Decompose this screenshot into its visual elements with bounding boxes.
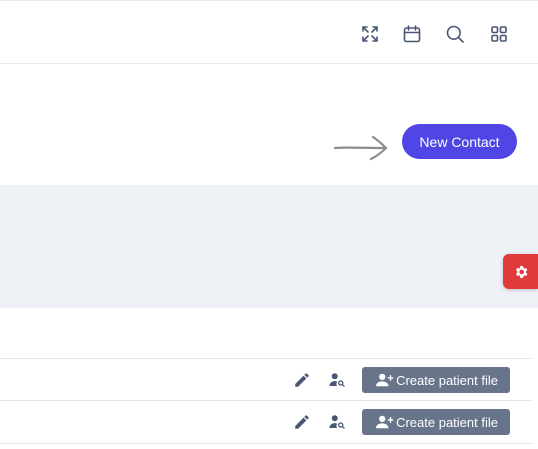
pencil-icon[interactable] [293,413,311,431]
gear-icon [515,265,527,278]
create-patient-file-button[interactable]: Create patient file [362,367,510,393]
search-icon[interactable] [444,23,466,45]
apps-grid-icon[interactable] [488,23,510,45]
create-patient-file-label: Create patient file [396,372,498,388]
pencil-icon[interactable] [293,371,311,389]
arrow-hint-icon [333,131,389,161]
create-patient-file-label: Create patient file [396,414,498,430]
top-toolbar [0,0,538,64]
row-actions: Create patient file [293,409,510,435]
contacts-table: Create patient file Create patient file [0,308,532,444]
create-patient-file-button[interactable]: Create patient file [362,409,510,435]
calendar-icon[interactable] [401,23,423,45]
table-row: Create patient file [0,401,532,444]
row-actions: Create patient file [293,367,510,393]
fullscreen-icon[interactable] [359,23,381,45]
filter-band [0,185,538,308]
user-search-icon[interactable] [328,371,346,389]
settings-toggle[interactable] [503,254,538,289]
add-user-icon [376,415,394,429]
new-contact-button[interactable]: New Contact [402,124,517,159]
add-user-icon [376,373,394,387]
table-row: Create patient file [0,358,532,401]
user-search-icon[interactable] [328,413,346,431]
